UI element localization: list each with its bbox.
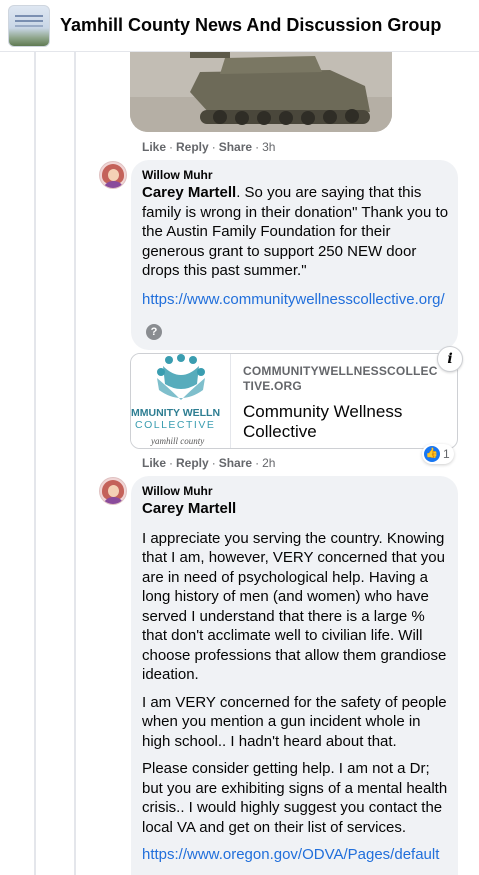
timestamp[interactable]: 2h — [262, 456, 275, 470]
group-title[interactable]: Yamhill County News And Discussion Group — [60, 15, 441, 36]
thread-line-outer — [34, 52, 36, 875]
like-link[interactable]: Like — [142, 140, 166, 154]
share-link[interactable]: Share — [219, 140, 252, 154]
comment-text: Carey Martell. So you are saying that th… — [142, 183, 452, 281]
reply-link[interactable]: Reply — [176, 456, 209, 470]
comment-paragraph: I appreciate you serving the country. Kn… — [142, 529, 447, 684]
comment-actions: Like · Reply · Share · 3h — [142, 140, 276, 154]
group-header: Yamhill County News And Discussion Group — [0, 0, 479, 52]
mention-link[interactable]: Carey Martell — [142, 184, 236, 201]
thread-line — [74, 52, 76, 875]
share-link[interactable]: Share — [219, 456, 252, 470]
mention-link[interactable]: Carey Martell — [142, 500, 236, 517]
link-title[interactable]: Community Wellness Collective — [243, 402, 443, 442]
avatar[interactable] — [99, 161, 127, 189]
link-preview-card[interactable]: MMUNITY WELLN COLLECTIVE yamhill county … — [130, 353, 458, 449]
comment-link[interactable]: https://www.communitywellnesscollective.… — [142, 290, 452, 310]
group-cover-icon[interactable] — [8, 5, 50, 47]
comment-actions: Like · Reply · Share · 2h — [142, 456, 276, 470]
logo-text-line3: yamhill county — [150, 436, 204, 446]
comment-paragraph: I am VERY concerned for the safety of pe… — [142, 693, 447, 750]
reply-link[interactable]: Reply — [176, 140, 209, 154]
comment-paragraph: Please consider getting help. I am not a… — [142, 760, 448, 836]
comment-bubble: Willow Muhr Carey Martell I appreciate y… — [131, 476, 458, 875]
comment-image-tank[interactable] — [130, 52, 392, 132]
avatar[interactable] — [99, 477, 127, 505]
logo-text-line2: COLLECTIVE — [135, 419, 215, 431]
info-icon[interactable]: i — [437, 346, 463, 372]
reaction-summary[interactable]: 👍 1 — [422, 444, 454, 464]
link-domain[interactable]: COMMUNITYWELLNESSCOLLECTIVE.ORG — [243, 364, 441, 394]
like-link[interactable]: Like — [142, 456, 166, 470]
logo-text-line1: MMUNITY WELLN — [131, 407, 220, 419]
comment-author[interactable]: Willow Muhr — [142, 168, 452, 182]
timestamp[interactable]: 3h — [262, 140, 275, 154]
comment-author[interactable]: Willow Muhr — [142, 484, 452, 498]
comment-link[interactable]: https://www.oregon.gov/ODVA/Pages/defaul… — [142, 845, 452, 865]
community-wellness-logo: MMUNITY WELLN COLLECTIVE yamhill county — [131, 354, 231, 448]
reaction-count: 1 — [443, 447, 450, 461]
question-icon[interactable]: ? — [146, 324, 162, 340]
comment-bubble: Willow Muhr Carey Martell. So you are sa… — [131, 160, 458, 350]
thumbs-up-icon: 👍 — [424, 446, 440, 462]
